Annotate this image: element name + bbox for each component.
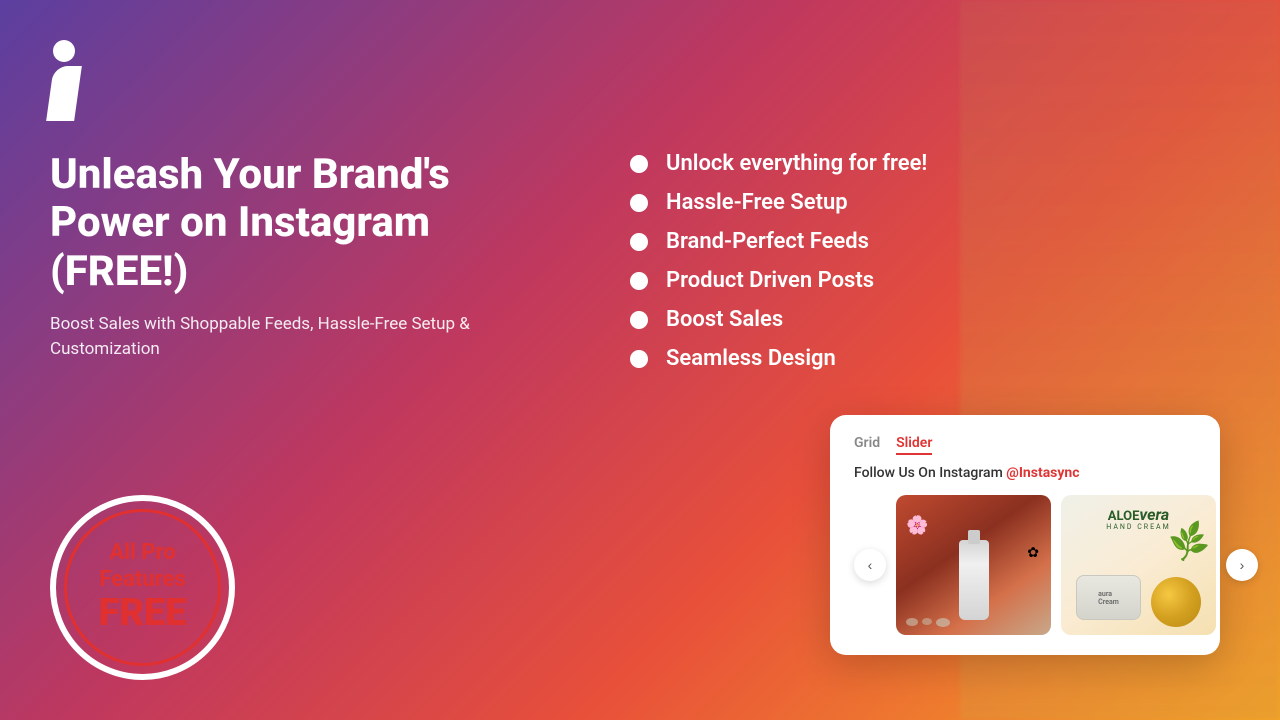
feature-dot [630,233,648,251]
badge-area: All Pro Features FREE [50,495,570,680]
badge-free: FREE [98,593,186,635]
pro-badge: All Pro Features FREE [50,495,235,680]
next-arrow-button[interactable]: › [1226,549,1258,581]
widget-follow-text: Follow Us On Instagram @Instasync [854,465,1196,481]
tab-slider[interactable]: Slider [896,435,932,455]
feature-dot [630,311,648,329]
logo-body [46,66,82,121]
stones-decoration [906,618,1041,627]
badge-line1: All Pro Features [99,540,185,593]
bottle-icon [959,540,989,620]
list-item: Brand-Perfect Feeds [630,229,1220,254]
tab-grid[interactable]: Grid [854,435,880,455]
feature-dot [630,272,648,290]
flower-icon: 🌸 [906,515,928,536]
list-item: Seamless Design [630,346,1220,371]
flower-icon-2: ✿ [1027,545,1039,561]
gold-disk [1151,577,1201,627]
list-item: Product Driven Posts [630,268,1220,293]
subheadline: Boost Sales with Shoppable Feeds, Hassle… [50,312,470,363]
feature-dot [630,194,648,212]
feature-dot [630,155,648,173]
product-image-1: 🌸 ✿ [896,495,1051,635]
product-image-2: ALOEvera HAND CREAM 🌿 auraCream [1061,495,1216,635]
widget-images: ‹ 🌸 ✿ A [854,495,1196,635]
logo-circle [53,40,75,62]
list-item: Boost Sales [630,307,1220,332]
aloe-logo: ALOEvera HAND CREAM [1106,507,1170,531]
prev-arrow-button[interactable]: ‹ [854,549,886,581]
widget-card: Grid Slider Follow Us On Instagram @Inst… [830,415,1220,655]
list-item: Unlock everything for free! [630,151,1220,176]
feature-dot [630,350,648,368]
logo-icon [50,40,78,121]
headline: Unleash Your Brand's Power on Instagram … [50,151,570,296]
features-list: Unlock everything for free! Hassle-Free … [630,151,1220,385]
list-item: Hassle-Free Setup [630,190,1220,215]
aloe-leaf: 🌿 [1166,520,1213,566]
cream-jar: auraCream [1076,575,1141,620]
widget-tabs: Grid Slider [854,435,1196,455]
logo [50,40,1220,121]
